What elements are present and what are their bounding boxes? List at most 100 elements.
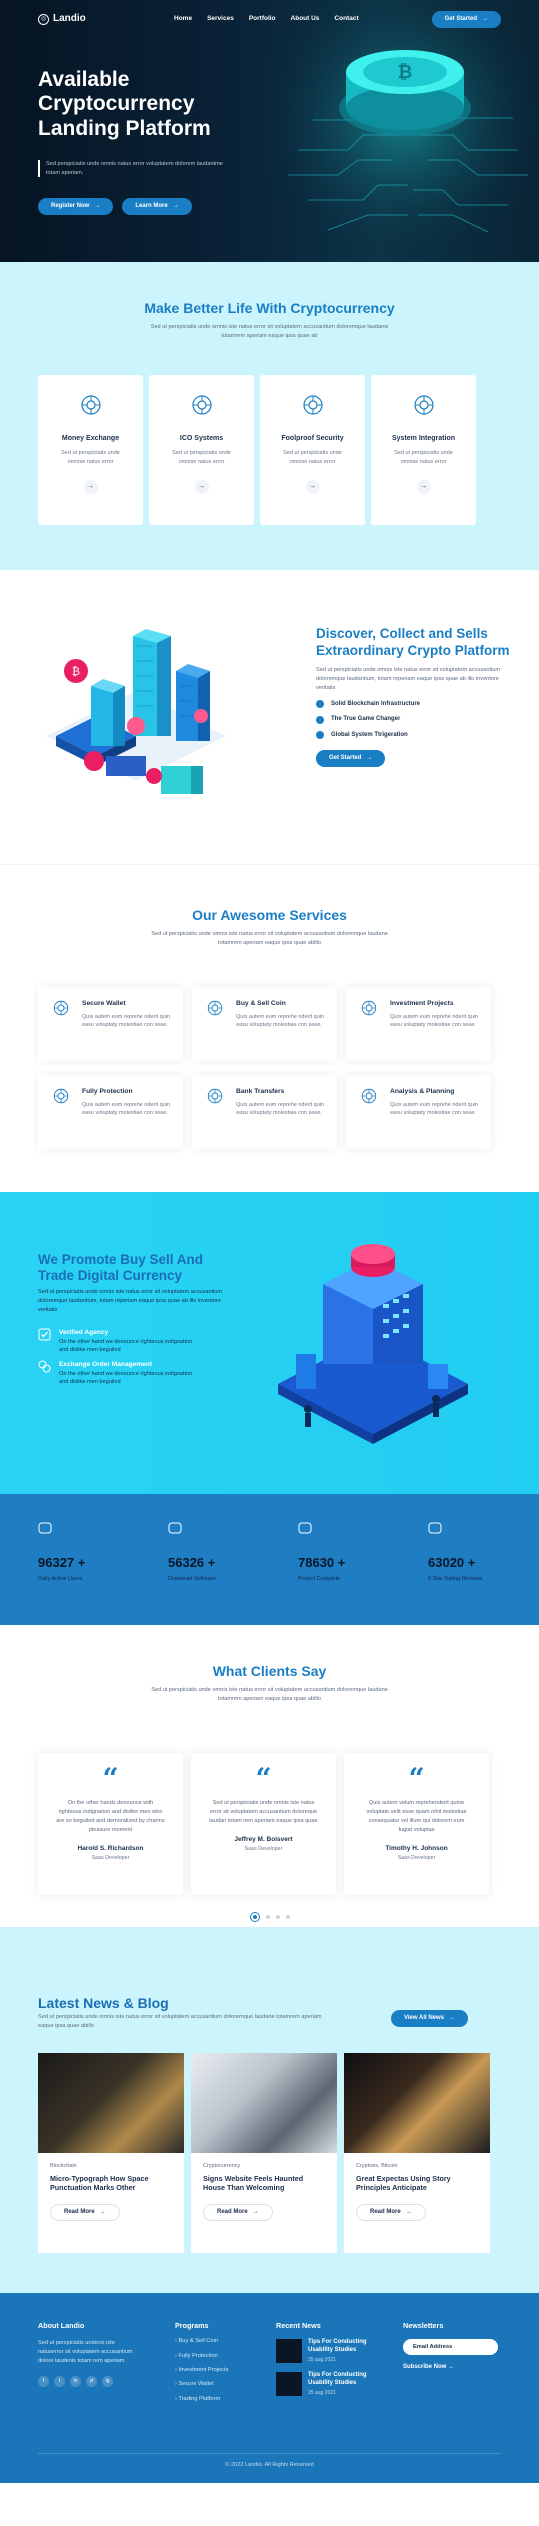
nav-home[interactable]: Home	[174, 14, 192, 23]
card-title: Foolproof Security	[281, 435, 344, 443]
youtube-icon[interactable]: yt	[86, 2376, 97, 2388]
footer-program-link[interactable]: › Investment Projects	[175, 2366, 265, 2374]
section-subtitle: Sed ut perspiciatis unde omnis iste natu…	[151, 931, 388, 947]
learn-more-button[interactable]: Learn More →	[122, 198, 192, 215]
recent-date: 25 aug 2021	[308, 2357, 336, 2364]
hero-lead: Sed perspiciatis unde omnis natus error …	[38, 160, 228, 178]
stat-label: 5 Star Rating Reviews	[428, 1575, 483, 1582]
service-item: Buy & Sell Coin Quis autem eum reprehe nd…	[192, 987, 337, 1061]
news-image[interactable]	[191, 2053, 337, 2153]
feature-exchange-order: Exchange Order Management On the other ha…	[38, 1360, 199, 1387]
arrow-right-icon: →	[99, 2208, 106, 2215]
news-title[interactable]: Signs Website Feels Haunted House Than W…	[203, 2174, 325, 2193]
footer-recent-title: Recent News	[276, 2321, 321, 2330]
stat-label: Download Software	[168, 1575, 216, 1582]
copyright: © 2022 Landio. All Rights Reserved	[225, 2461, 314, 2468]
news-title[interactable]: Great Expectas Using Story Principles An…	[356, 2174, 478, 2193]
arrow-right-icon[interactable]: →	[416, 480, 431, 495]
item-desc: Quis autem eum reprehe nderit quin easu …	[82, 1013, 171, 1029]
arrow-right-icon: →	[482, 15, 488, 22]
wallet-icon	[53, 1000, 69, 1016]
item-desc: Quis autem eum reprehe nderit quin easu …	[390, 1013, 479, 1029]
linkedin-icon[interactable]: in	[70, 2376, 81, 2388]
service-item: Secure Wallet Quis autem eum reprehe nder…	[38, 987, 183, 1061]
hero-section: ₿ ◎ Landio Home Services Portfolio About …	[0, 0, 539, 262]
nav-get-started-button[interactable]: Get Started →	[431, 10, 501, 28]
twitter-icon[interactable]: t	[54, 2376, 65, 2388]
carousel-dot[interactable]	[275, 1915, 280, 1919]
news-subtitle: Sed ut perspiciatis unde omnis iste natu…	[38, 2014, 322, 2029]
view-all-news-button[interactable]: View All News →	[391, 2010, 469, 2027]
footer-program-link[interactable]: › Buy & Sell Coin	[175, 2337, 265, 2345]
read-more-button[interactable]: Read More →	[203, 2203, 273, 2221]
news-section: Latest News & Blog Sed ut perspiciatis u…	[0, 1927, 539, 2293]
nav-about-us[interactable]: About Us	[291, 14, 320, 23]
discover-get-started-button[interactable]: Get Started →	[316, 749, 386, 767]
stat-item: 96327 + Daily Active Users	[38, 1522, 158, 1584]
card-desc: Sed ut perspiciatis unde omnise natus er…	[283, 450, 342, 465]
item-title: Buy & Sell Coin	[236, 1000, 286, 1007]
testimonial-name: Harold S. Richardson	[77, 1844, 144, 1852]
facebook-icon[interactable]: f	[38, 2376, 49, 2388]
document-icon	[298, 1522, 312, 1534]
card-title: ICO Systems	[179, 435, 224, 443]
checklist-label: The True Game Changer	[331, 716, 401, 723]
testimonial-text: Sed ut perspiciatis unde omnis iste natu…	[209, 1800, 318, 1824]
discover-cta-label: Get Started	[329, 754, 362, 761]
arrow-right-icon[interactable]: →	[305, 480, 320, 495]
register-now-button[interactable]: Register Now →	[38, 198, 114, 215]
carousel-dot[interactable]	[265, 1915, 270, 1919]
link-label: Secure Wallet	[178, 2381, 214, 2388]
check-icon	[316, 699, 324, 708]
read-more-button[interactable]: Read More →	[356, 2203, 426, 2221]
recent-news-item[interactable]: Tips For Conducting Usability Studies 25 …	[276, 2372, 386, 2397]
quote-icon: “	[102, 1762, 119, 1795]
nav-cta-label: Get Started	[444, 15, 477, 22]
diamond-icon	[428, 1522, 442, 1534]
arrow-right-icon[interactable]: →	[83, 480, 98, 495]
news-thumbnail	[276, 2372, 302, 2397]
section-title: Our Awesome Services	[192, 907, 347, 923]
arrow-right-icon: →	[252, 2208, 259, 2215]
isometric-city-illustration: ₿	[36, 616, 236, 811]
svg-text:₿: ₿	[398, 62, 413, 82]
users-icon	[38, 1522, 52, 1534]
network-icon	[191, 395, 212, 415]
read-more-button[interactable]: Read More →	[50, 2203, 120, 2221]
nav-portfolio[interactable]: Portfolio	[249, 14, 276, 23]
stat-number: 96327 +	[38, 1555, 86, 1571]
carousel-dot-active[interactable]	[249, 1912, 260, 1922]
check-icon	[316, 715, 324, 724]
logo[interactable]: ◎ Landio	[38, 12, 86, 27]
investment-icon	[361, 1000, 377, 1016]
integration-icon	[413, 395, 434, 415]
register-label: Register Now	[51, 203, 90, 210]
news-image[interactable]	[344, 2053, 490, 2153]
footer-program-link[interactable]: › Trading Platform	[175, 2395, 265, 2403]
stat-item: 78630 + Project Complete	[298, 1522, 418, 1584]
footer-program-link[interactable]: › Fully Protection	[175, 2352, 265, 2360]
recent-news-item[interactable]: Tips For Conducting Usability Studies 25 …	[276, 2339, 386, 2364]
discover-section: ₿ Discover, Collect and Sells Extraordin…	[0, 570, 539, 864]
item-title: Investment Projects	[390, 1000, 454, 1007]
email-input[interactable]: Email Address	[403, 2339, 498, 2356]
nav-contact[interactable]: Contact	[334, 14, 358, 23]
service-card: Foolproof Security Sed ut perspiciatis un…	[260, 375, 365, 525]
protection-icon	[53, 1088, 69, 1104]
subscribe-button[interactable]: Subscribe Now →	[403, 2363, 503, 2372]
footer-program-link[interactable]: › Secure Wallet	[175, 2380, 265, 2388]
link-label: Fully Protection	[178, 2352, 218, 2359]
arrow-right-icon: →	[94, 203, 101, 210]
learn-more-label: Learn More	[135, 203, 168, 210]
isometric-server-illustration	[268, 1234, 478, 1459]
news-image[interactable]	[38, 2053, 184, 2153]
read-more-label: Read More	[370, 2208, 401, 2215]
footer-about-text: Sed ut perspiciatis undecis iste natuser…	[38, 2340, 133, 2365]
verified-icon	[38, 1328, 51, 1341]
news-title[interactable]: Micro-Typograph How Space Punctuation Ma…	[50, 2174, 172, 2193]
nav-services[interactable]: Services	[207, 14, 234, 23]
feature-desc: On the other hand we denounce righteous …	[59, 1370, 193, 1386]
carousel-dot[interactable]	[285, 1915, 290, 1919]
instagram-icon[interactable]: ig	[102, 2376, 113, 2388]
arrow-right-icon[interactable]: →	[194, 480, 209, 495]
